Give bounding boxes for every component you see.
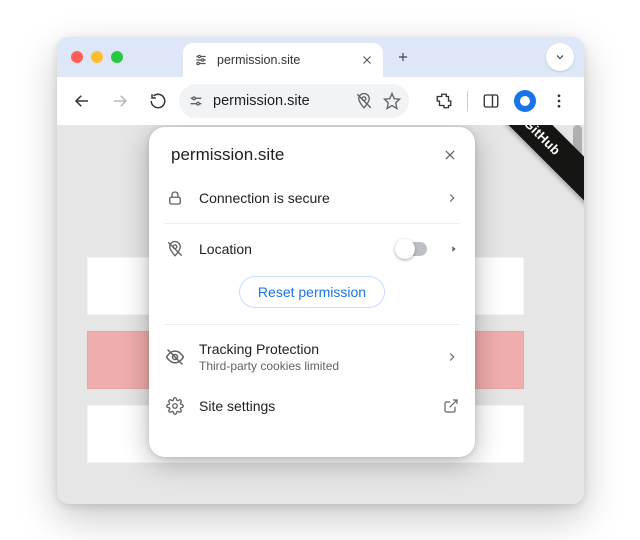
location-blocked-icon[interactable] (355, 92, 373, 110)
bookmark-star-icon[interactable] (383, 92, 401, 110)
eye-off-icon (165, 347, 185, 367)
minimize-window-button[interactable] (91, 51, 103, 63)
tabs-dropdown-button[interactable] (546, 43, 574, 71)
github-ribbon-text: n GitHub (512, 125, 563, 158)
divider (467, 91, 468, 111)
profile-avatar[interactable] (514, 90, 536, 112)
omnibox-actions (355, 92, 401, 110)
site-controls-icon[interactable] (187, 92, 205, 110)
maximize-window-button[interactable] (111, 51, 123, 63)
window-controls (71, 51, 123, 63)
connection-secure-row[interactable]: Connection is secure (149, 177, 475, 219)
popup-site-name: permission.site (171, 145, 284, 165)
site-info-popup: permission.site Connection is secure (149, 127, 475, 457)
close-popup-button[interactable] (443, 148, 457, 162)
toolbar: permission.site (57, 77, 584, 125)
extensions-button[interactable] (427, 84, 461, 118)
reload-button[interactable] (141, 84, 175, 118)
sliders-icon (193, 53, 209, 67)
sidepanel-button[interactable] (474, 84, 508, 118)
external-link-icon (443, 398, 459, 414)
browser-window: permission.site (57, 37, 584, 504)
address-bar[interactable]: permission.site (179, 84, 409, 118)
forward-button[interactable] (103, 84, 137, 118)
separator (165, 223, 459, 224)
new-tab-button[interactable] (389, 43, 417, 71)
omnibox-url: permission.site (213, 93, 347, 109)
chevron-right-icon (445, 191, 459, 205)
page-content: n GitHub Camera permission.site (57, 125, 584, 504)
tab-title: permission.site (217, 53, 300, 67)
location-label: Location (199, 241, 383, 257)
tracking-label: Tracking Protection Third-party cookies … (199, 341, 431, 373)
site-settings-label: Site settings (199, 398, 429, 414)
location-permission-row: Location (149, 228, 475, 270)
close-window-button[interactable] (71, 51, 83, 63)
github-ribbon[interactable]: n GitHub (456, 125, 584, 214)
back-button[interactable] (65, 84, 99, 118)
reset-permission-row: Reset permission (149, 270, 475, 320)
browser-tab[interactable]: permission.site (183, 43, 383, 77)
chevron-right-icon (445, 350, 459, 364)
triangle-right-icon[interactable] (449, 244, 459, 254)
location-toggle[interactable] (397, 242, 427, 256)
connection-label: Connection is secure (199, 190, 431, 206)
close-tab-button[interactable] (361, 54, 373, 66)
tab-strip: permission.site (57, 37, 584, 77)
toolbar-right (427, 84, 576, 118)
tracking-protection-row[interactable]: Tracking Protection Third-party cookies … (149, 329, 475, 385)
location-blocked-icon (165, 240, 185, 258)
site-settings-row[interactable]: Site settings (149, 385, 475, 427)
separator (165, 324, 459, 325)
tracking-sublabel: Third-party cookies limited (199, 359, 431, 373)
lock-icon (165, 189, 185, 207)
gear-icon (165, 397, 185, 415)
reset-permission-button[interactable]: Reset permission (239, 276, 385, 308)
menu-button[interactable] (542, 84, 576, 118)
